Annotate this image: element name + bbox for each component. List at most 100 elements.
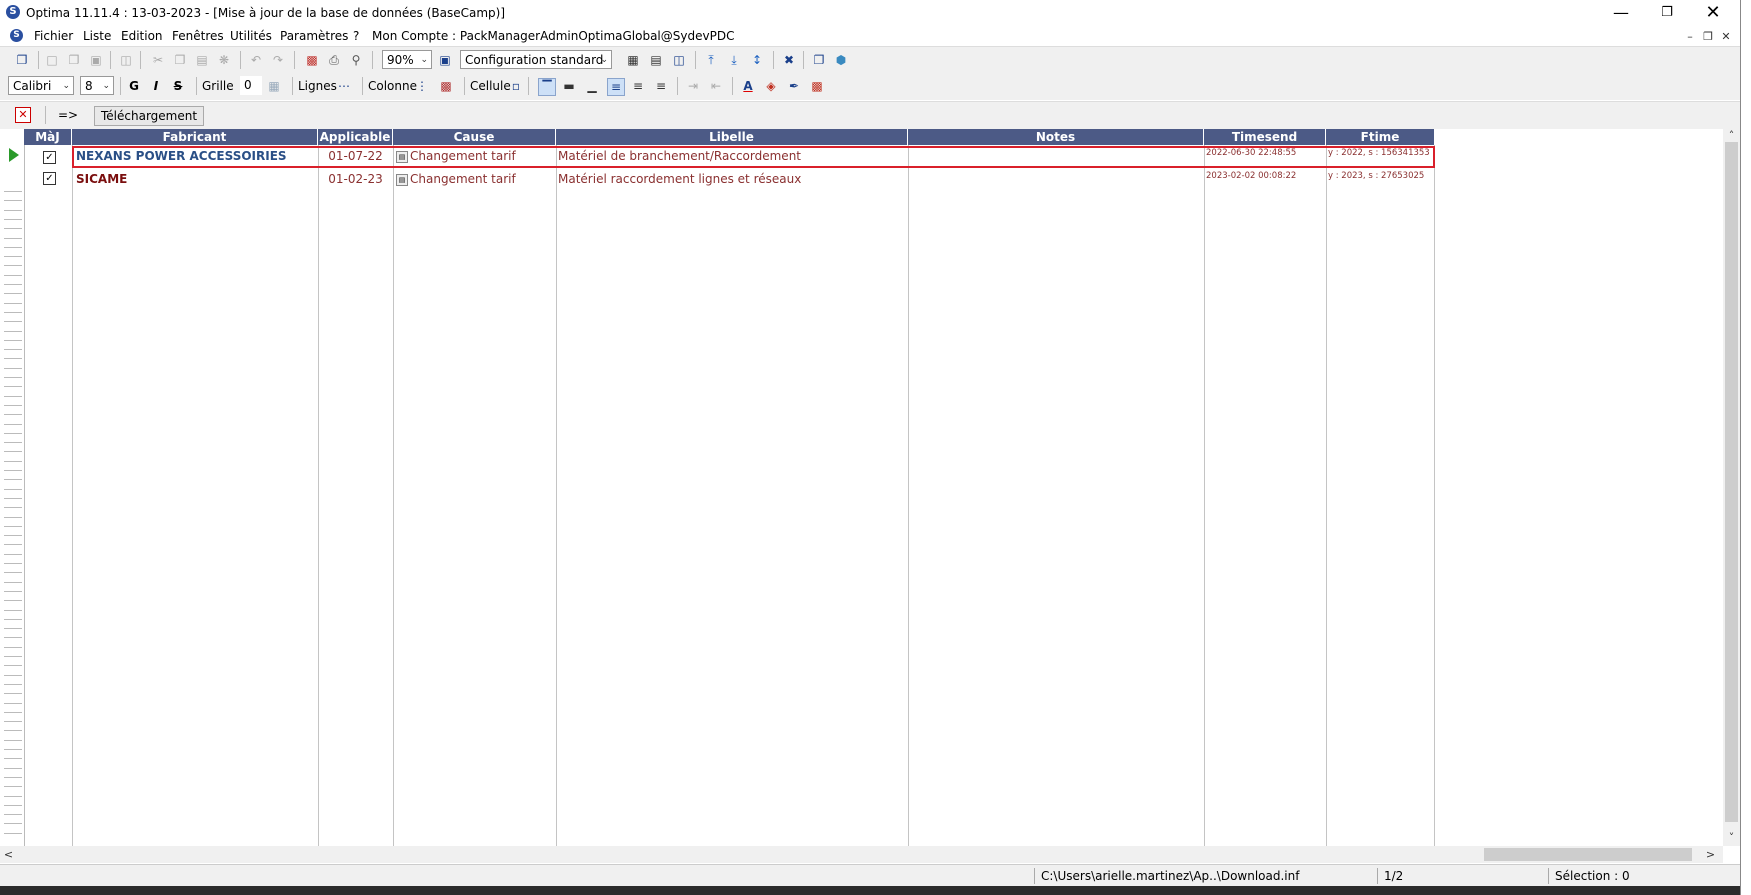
applicable-cell[interactable]: 01-02-23 — [318, 169, 393, 189]
maj-checkbox[interactable]: ✓ — [43, 172, 56, 185]
row-header-tick — [4, 302, 22, 304]
column-header-timesend[interactable]: Timesend — [1204, 129, 1326, 145]
vertical-scroll-thumb[interactable] — [1725, 142, 1738, 822]
menu-parametres[interactable]: Paramètres — [280, 29, 348, 43]
cut-icon[interactable]: ✂ — [150, 52, 166, 68]
clear-format-icon[interactable]: ▩ — [809, 78, 825, 94]
column-header-cause[interactable]: Cause — [393, 129, 556, 145]
paste-icon[interactable]: ▤ — [194, 52, 210, 68]
copy-document-icon[interactable]: ❐ — [66, 52, 82, 68]
column-header-ftime[interactable]: Ftime — [1326, 129, 1435, 145]
windows-icon[interactable]: ❐ — [14, 52, 30, 68]
italic-button[interactable]: I — [148, 78, 164, 94]
column-config-icon[interactable]: ▦ — [625, 52, 641, 68]
telechargement-button[interactable]: Téléchargement — [94, 106, 205, 126]
menu-utilites[interactable]: Utilités — [230, 29, 272, 43]
print-icon[interactable]: ⎙ — [326, 52, 342, 68]
scroll-up-icon[interactable]: ˄ — [1723, 129, 1740, 142]
toolbar-separator — [45, 106, 46, 124]
new-document-icon[interactable]: □ — [44, 52, 60, 68]
format-painter-icon[interactable]: ✒ — [786, 78, 802, 94]
column-width-icon[interactable]: ▤ — [648, 52, 664, 68]
move-bottom-icon[interactable]: ⤓ — [726, 52, 742, 68]
close-icon[interactable]: ✕ — [1690, 0, 1736, 28]
copy-icon[interactable]: ❐ — [172, 52, 188, 68]
indent-decrease-icon[interactable]: ⇤ — [708, 78, 724, 94]
font-size-select[interactable]: 8 ⌄ — [80, 76, 114, 95]
grid-column-line — [556, 145, 557, 846]
menu-edition[interactable]: Edition — [121, 29, 163, 43]
configuration-select[interactable]: Configuration standard ⌄ — [460, 50, 612, 69]
save-view-icon[interactable]: ▣ — [437, 52, 453, 68]
align-right-icon[interactable]: ≡ — [653, 78, 669, 94]
menu-mon-compte[interactable]: Mon Compte : PackManagerAdminOptimaGloba… — [372, 29, 734, 43]
align-middle-icon[interactable]: ▬ — [561, 78, 577, 94]
ftime-cell[interactable]: y : 2023, s : 27653025 — [1328, 169, 1434, 183]
close-list-icon[interactable]: ✕ — [15, 107, 31, 123]
align-bottom-icon[interactable]: ▁ — [584, 78, 600, 94]
horizontal-scrollbar[interactable]: < > — [0, 846, 1723, 863]
move-top-icon[interactable]: ⤒ — [703, 52, 719, 68]
menu-fichier[interactable]: Fichier — [34, 29, 73, 43]
horizontal-scroll-thumb[interactable] — [1484, 848, 1692, 861]
column-header-fabricant[interactable]: Fabricant — [72, 129, 318, 145]
print-preview-icon[interactable]: ⚲ — [348, 52, 364, 68]
libelle-cell[interactable]: Matériel raccordement lignes et réseaux — [558, 169, 908, 189]
menu-help[interactable]: ? — [353, 29, 359, 43]
strike-button[interactable]: S — [170, 78, 186, 94]
cause-cell[interactable]: Changement tarif — [410, 169, 555, 189]
bold-button[interactable]: G — [126, 78, 142, 94]
row-header-tick — [4, 618, 22, 620]
table-row[interactable]: ✓ SICAME 01-02-23 ▤ Changement tarif Mat… — [24, 169, 1435, 191]
undo-icon[interactable]: ↶ — [248, 52, 264, 68]
menu-liste[interactable]: Liste — [83, 29, 111, 43]
clear-icon[interactable]: ❋ — [216, 52, 232, 68]
grille-input[interactable]: 0 — [240, 76, 262, 95]
cell-style-icon[interactable]: ▫ — [508, 78, 524, 94]
column-header-maj[interactable]: MàJ — [24, 129, 72, 145]
line-style-icon[interactable]: ⋯ — [336, 78, 352, 94]
scroll-left-icon[interactable]: < — [0, 846, 17, 863]
mdi-restore-icon[interactable]: ❐ — [1698, 29, 1718, 45]
layout-icon[interactable]: ◫ — [671, 52, 687, 68]
open-folder-icon[interactable]: ◫ — [118, 52, 134, 68]
align-left-icon[interactable]: ≡ — [607, 78, 625, 96]
vertical-scrollbar[interactable]: ˄ ˅ — [1723, 129, 1740, 846]
document-menu-icon[interactable]: S — [10, 29, 23, 42]
grid-icon[interactable]: ▦ — [266, 78, 282, 94]
mdi-minimize-icon[interactable]: – — [1680, 29, 1700, 45]
menu-fenetres[interactable]: Fenêtres — [172, 29, 224, 43]
scroll-right-icon[interactable]: > — [1702, 846, 1719, 863]
save-icon[interactable]: ▣ — [88, 52, 104, 68]
column-color-icon[interactable]: ▩ — [438, 78, 454, 94]
timesend-cell[interactable]: 2023-02-02 00:08:22 — [1206, 169, 1326, 183]
font-select[interactable]: Calibri ⌄ — [8, 76, 74, 95]
fabricant-cell[interactable]: SICAME — [76, 169, 316, 189]
minimize-icon[interactable]: — — [1598, 0, 1644, 28]
column-style-icon[interactable]: ⋮ — [414, 78, 430, 94]
column-header-notes[interactable]: Notes — [908, 129, 1204, 145]
grid-column-line — [72, 145, 73, 846]
window-cascade-icon[interactable]: ❐ — [811, 52, 827, 68]
indent-increase-icon[interactable]: ⇥ — [685, 78, 701, 94]
fill-color-icon[interactable]: ◈ — [763, 78, 779, 94]
toolbar-separator — [196, 77, 197, 95]
mdi-close-icon[interactable]: ✕ — [1716, 29, 1736, 45]
pdf-icon[interactable]: ▩ — [304, 52, 320, 68]
zoom-select[interactable]: 90% ⌄ — [382, 50, 432, 69]
scroll-down-icon[interactable]: ˅ — [1723, 829, 1740, 846]
maj-checkbox[interactable]: ✓ — [43, 151, 56, 164]
row-header-tick — [4, 767, 22, 769]
grid-column-line — [1204, 145, 1205, 846]
row-header-tick — [4, 386, 22, 388]
database-icon[interactable]: ⬢ — [833, 52, 849, 68]
align-center-icon[interactable]: ≡ — [630, 78, 646, 94]
column-header-applicable[interactable]: Applicable — [318, 129, 393, 145]
restore-icon[interactable]: ❐ — [1644, 0, 1690, 28]
column-header-libelle[interactable]: Libelle — [556, 129, 908, 145]
redo-icon[interactable]: ↷ — [270, 52, 286, 68]
align-top-icon[interactable]: ▔ — [538, 78, 556, 96]
move-updown-icon[interactable]: ↕ — [749, 52, 765, 68]
font-color-icon[interactable]: A — [740, 78, 756, 94]
tools-icon[interactable]: ✖ — [781, 52, 797, 68]
